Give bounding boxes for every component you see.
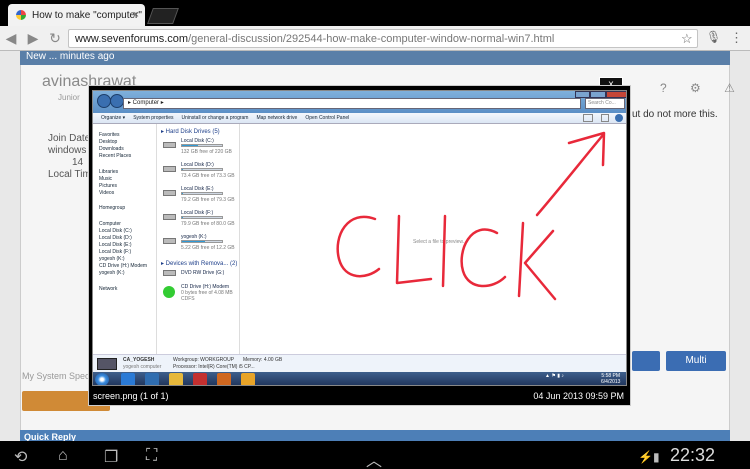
url-path: /general-discussion/292544-how-make-comp…	[188, 32, 555, 45]
android-screenshot-icon[interactable]: ⛶	[146, 447, 157, 465]
click-annotation	[336, 131, 606, 301]
android-nav-bar: ⟲ ⌂ ❐ ⛶ ︿ ⚡▮ 22:32	[0, 441, 750, 469]
lightbox: ▸ Computer ▸ Search Co... Organize ▾ Sys…	[88, 85, 631, 406]
post-snippet: ut do not more this.	[632, 109, 718, 120]
arrow-shaft	[535, 133, 605, 217]
url-host: www.sevenforums.com	[75, 32, 189, 45]
android-back-icon[interactable]: ⟲	[14, 447, 27, 467]
android-menu-up-icon[interactable]: ︿	[366, 447, 382, 469]
microphone-icon[interactable]: 🎙	[706, 30, 721, 44]
screen: How to make "computer" × ◀ ▶ ↻ www.seven…	[0, 0, 750, 469]
new-tab-button[interactable]	[147, 8, 179, 24]
letter-c2	[460, 228, 507, 288]
lightbox-date: 04 Jun 2013 09:59 PM	[533, 391, 624, 401]
screenshot-image: ▸ Computer ▸ Search Co... Organize ▾ Sys…	[92, 90, 627, 386]
forward-icon[interactable]: ▶	[22, 30, 44, 47]
android-home-icon[interactable]: ⌂	[58, 447, 68, 465]
system-specs-link[interactable]: My System Specs	[22, 371, 94, 381]
android-recents-icon[interactable]: ❐	[104, 447, 118, 467]
menu-icon[interactable]: ⋮	[730, 30, 743, 46]
letter-k	[517, 221, 557, 301]
address-bar[interactable]: www.sevenforums.com /general-discussion/…	[68, 29, 698, 48]
letter-l	[395, 214, 433, 285]
lightbox-caption: screen.png (1 of 1)	[93, 391, 169, 401]
letter-c1	[336, 215, 381, 278]
user-rank: Junior	[58, 93, 80, 102]
tab-close-icon[interactable]: ×	[133, 9, 139, 21]
android-status-icons: ⚡▮	[638, 450, 660, 464]
multi-quote-button[interactable]: Multi	[666, 351, 726, 371]
tab-title: How to make "computer"	[32, 9, 142, 21]
bookmark-star-icon[interactable]: ☆	[681, 31, 693, 47]
post-button[interactable]	[632, 351, 660, 371]
reload-icon[interactable]: ↻	[44, 30, 66, 47]
post-header: New ... minutes ago	[20, 51, 730, 65]
tab-strip: How to make "computer" ×	[0, 0, 750, 26]
arrow-head	[567, 131, 606, 167]
back-icon[interactable]: ◀	[0, 30, 22, 47]
post-action-icons[interactable]: ? ⚙ ⚠	[660, 81, 745, 95]
favicon-icon	[16, 10, 26, 20]
android-clock: 22:32	[670, 445, 716, 465]
browser-toolbar: ◀ ▶ ↻ www.sevenforums.com /general-discu…	[0, 26, 750, 51]
browser-tab[interactable]: How to make "computer" ×	[8, 4, 145, 26]
letter-i	[441, 214, 447, 288]
